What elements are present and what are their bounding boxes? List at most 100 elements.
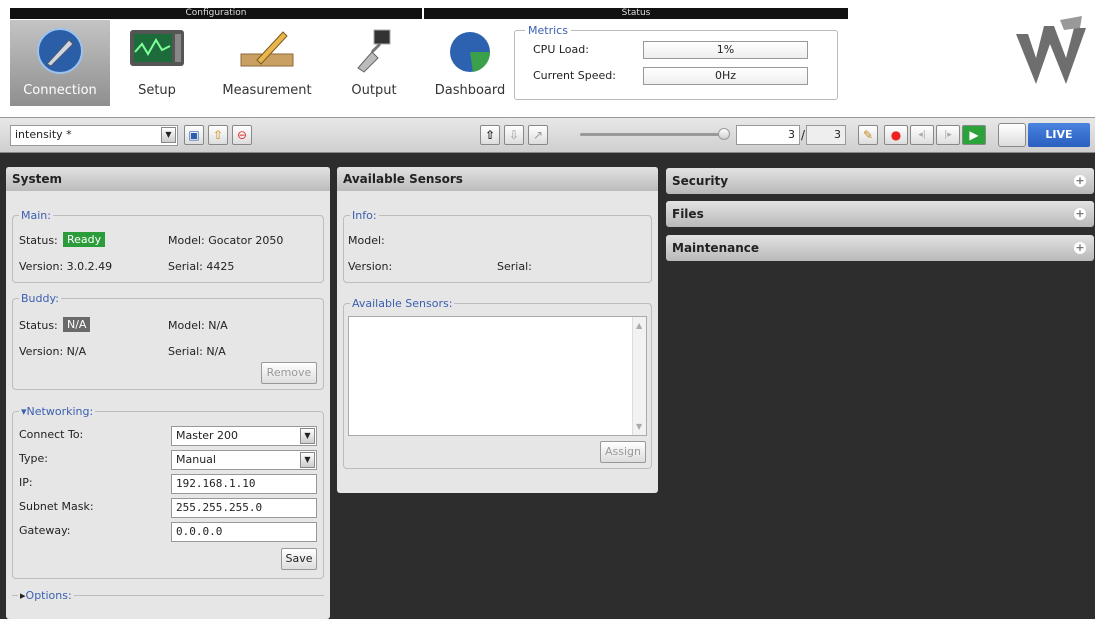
connect-to-label: Connect To: (19, 428, 84, 441)
output-nav-button[interactable]: Output (336, 20, 412, 106)
export-icon: ↗ (532, 128, 544, 142)
main-group-title: Main: (19, 209, 53, 222)
setup-label: Setup (138, 83, 176, 98)
cpu-load-label: CPU Load: (533, 43, 589, 56)
buddy-model-label: Model: N/A (168, 319, 228, 332)
available-sensors-group: Available Sensors: ▲ ▼ Assign (343, 297, 652, 469)
record-icon: ● (890, 128, 902, 142)
options-group: ▸Options: (12, 589, 324, 635)
scroll-up-icon[interactable]: ▲ (636, 321, 642, 330)
upload-data-button[interactable]: ⇧ (480, 125, 500, 145)
scroll-down-icon[interactable]: ▼ (636, 422, 642, 431)
na-status-badge: N/A (63, 317, 91, 332)
job-toolbar: intensity * ▼ ▣ ⇧ ⊖ ⇧ ⇩ ↗ 3 / 3 ✎ ● ◂| |… (0, 117, 1095, 153)
save-floppy-icon: ▣ (188, 128, 200, 142)
configuration-group-header: Configuration (10, 8, 422, 19)
frame-slider-handle[interactable] (718, 128, 730, 140)
total-frames-value: 3 (806, 125, 846, 145)
wrench-icon: ✎ (862, 128, 874, 142)
setup-nav-button[interactable]: Setup (118, 20, 196, 106)
cpu-load-value: 1% (643, 41, 808, 59)
available-sensors-panel: Available Sensors Info: Model: Version: … (337, 167, 658, 493)
type-label: Type: (19, 452, 48, 465)
play-button[interactable]: ▶ (962, 125, 986, 145)
connection-nav-button[interactable]: Connection (10, 20, 110, 106)
connection-globe-icon (35, 26, 85, 80)
chevron-down-icon: ▼ (300, 428, 315, 444)
export-button[interactable]: ↗ (528, 125, 548, 145)
remove-buddy-button[interactable]: Remove (261, 362, 317, 384)
download-arrow-icon: ⇩ (508, 128, 520, 142)
current-speed-value: 0Hz (643, 67, 808, 85)
listbox-scrollbar[interactable]: ▲ ▼ (632, 317, 646, 435)
main-version-label: Version: 3.0.2.49 (19, 260, 113, 273)
metrics-title: Metrics (525, 24, 571, 37)
folder-upload-icon: ⇧ (212, 128, 224, 142)
subnet-mask-input[interactable]: 255.255.255.0 (171, 498, 317, 518)
options-group-title[interactable]: ▸Options: (18, 589, 74, 602)
record-button[interactable]: ● (884, 125, 908, 145)
sensor-model-label: Model: (348, 234, 385, 247)
chevron-down-icon: ▼ (300, 452, 315, 468)
available-sensors-title: Available Sensors (337, 167, 658, 191)
save-network-button[interactable]: Save (281, 548, 317, 570)
step-back-icon: ◂| (918, 130, 926, 140)
system-panel: System Main: Status: Ready Model: Gocato… (6, 167, 330, 619)
job-select[interactable]: intensity * ▼ (10, 125, 178, 146)
buddy-status-label: Status: (19, 319, 58, 332)
frame-slider-track[interactable] (580, 133, 730, 136)
connect-to-select[interactable]: Master 200 ▼ (171, 426, 317, 446)
assign-button[interactable]: Assign (600, 441, 646, 463)
info-group: Info: Model: Version: Serial: (343, 209, 652, 283)
main-toolbar: Configuration Status Connection Setup Me… (0, 0, 1095, 117)
output-plug-icon (350, 26, 398, 80)
info-group-title: Info: (350, 209, 379, 222)
gateway-input[interactable]: 0.0.0.0 (171, 522, 317, 542)
sensors-listbox[interactable]: ▲ ▼ (348, 316, 647, 436)
main-group: Main: Status: Ready Model: Gocator 2050 … (12, 209, 324, 283)
delete-job-button[interactable]: ⊖ (232, 125, 252, 145)
wrench-button[interactable]: ✎ (858, 125, 878, 145)
live-toggle-switch[interactable] (998, 123, 1026, 147)
current-frame-input[interactable]: 3 (736, 125, 800, 145)
step-back-button[interactable]: ◂| (910, 125, 934, 145)
expand-plus-icon: + (1074, 207, 1086, 220)
type-select[interactable]: Manual ▼ (171, 450, 317, 470)
ip-input[interactable]: 192.168.1.10 (171, 474, 317, 494)
security-accordion[interactable]: Security + (666, 168, 1094, 194)
main-serial-label: Serial: 4425 (168, 260, 235, 273)
buddy-group: Buddy: Status: N/A Model: N/A Version: N… (12, 292, 324, 390)
main-model-label: Model: Gocator 2050 (168, 234, 284, 247)
job-name-value: intensity * (15, 128, 72, 141)
step-forward-icon: |▸ (944, 130, 952, 140)
maintenance-title: Maintenance (672, 241, 760, 255)
networking-group-title[interactable]: ▾Networking: (19, 405, 96, 418)
live-button[interactable]: LIVE (1028, 123, 1090, 147)
download-data-button[interactable]: ⇩ (504, 125, 524, 145)
upload-job-button[interactable]: ⇧ (208, 125, 228, 145)
measurement-nav-button[interactable]: Measurement (212, 20, 322, 106)
subnet-mask-label: Subnet Mask: (19, 500, 94, 513)
main-status-label: Status: (19, 234, 58, 247)
connection-label: Connection (23, 83, 97, 98)
security-title: Security (672, 174, 729, 188)
frame-separator: / (801, 128, 806, 142)
system-panel-title: System (6, 167, 330, 191)
save-job-button[interactable]: ▣ (184, 125, 204, 145)
files-accordion[interactable]: Files + (666, 201, 1094, 227)
lmi-3d-logo (1010, 14, 1090, 87)
delete-icon: ⊖ (236, 128, 248, 142)
expand-plus-icon: + (1074, 241, 1086, 254)
upload-arrow-icon: ⇧ (484, 128, 496, 142)
measurement-ruler-icon (237, 26, 297, 78)
measurement-label: Measurement (222, 83, 312, 98)
buddy-group-title: Buddy: (19, 292, 61, 305)
dashboard-nav-button[interactable]: Dashboard (430, 20, 510, 106)
ip-label: IP: (19, 476, 33, 489)
current-speed-label: Current Speed: (533, 69, 616, 82)
step-forward-button[interactable]: |▸ (936, 125, 960, 145)
available-sensors-group-title: Available Sensors: (350, 297, 455, 310)
setup-monitor-icon (128, 26, 186, 78)
maintenance-accordion[interactable]: Maintenance + (666, 235, 1094, 261)
status-group-header: Status (424, 8, 848, 19)
